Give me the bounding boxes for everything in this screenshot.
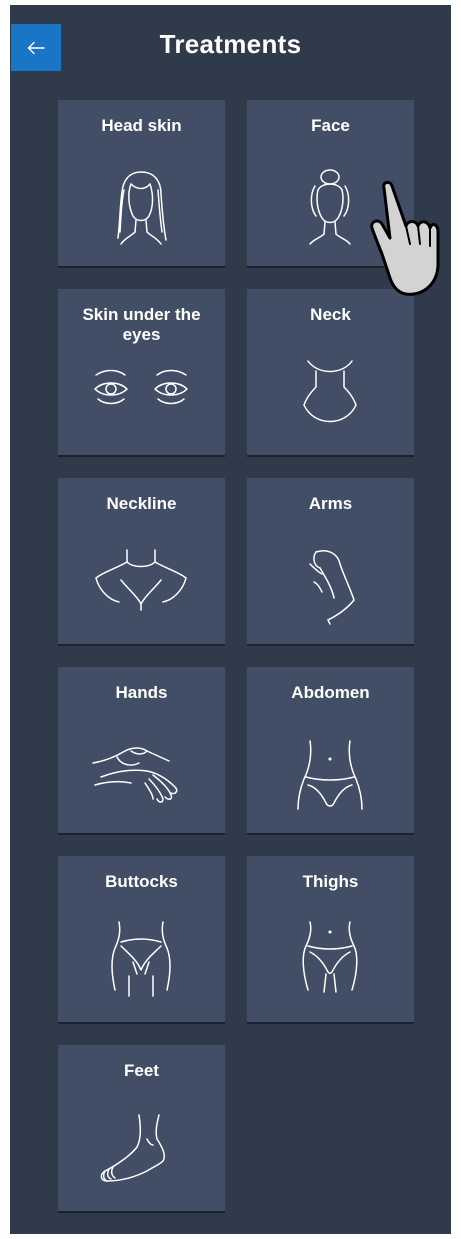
tile-label: Thighs [302,872,359,891]
tile-label: Head skin [101,116,182,135]
abdomen-icon [280,727,380,817]
neck-icon [280,349,380,439]
treatments-grid: Head skin Face Skin under the eyes Neck … [58,100,415,1213]
tile-thighs[interactable]: Thighs [247,856,414,1024]
tile-label: Hands [115,683,168,702]
tile-label: Buttocks [105,872,178,891]
tile-face[interactable]: Face [247,100,414,268]
face-icon [280,160,380,250]
tile-abdomen[interactable]: Abdomen [247,667,414,835]
thighs-icon [280,916,380,1006]
tile-label: Arms [308,494,353,513]
tile-neck[interactable]: Neck [247,289,414,457]
head-skin-icon [91,160,191,250]
tile-hands[interactable]: Hands [58,667,225,835]
tile-label: Neckline [106,494,177,513]
tile-label: Abdomen [291,683,370,702]
tile-label: Skin under the eyes [82,305,201,344]
tile-label: Neck [310,305,351,324]
treatments-screen: Treatments Head skin Face Skin under the… [10,5,451,1234]
tile-skin-under-the-eyes[interactable]: Skin under the eyes [58,289,225,457]
tile-label: Feet [124,1061,159,1080]
tile-neckline[interactable]: Neckline [58,478,225,646]
under-eyes-icon [91,349,191,439]
tile-head-skin[interactable]: Head skin [58,100,225,268]
foot-icon [91,1105,191,1195]
hands-icon [91,727,191,817]
arm-icon [280,538,380,628]
page-title: Treatments [159,29,302,59]
tile-feet[interactable]: Feet [58,1045,225,1213]
buttocks-icon [91,916,191,1006]
tile-arms[interactable]: Arms [247,478,414,646]
tile-buttocks[interactable]: Buttocks [58,856,225,1024]
tile-label: Face [311,116,350,135]
neckline-icon [91,538,191,628]
